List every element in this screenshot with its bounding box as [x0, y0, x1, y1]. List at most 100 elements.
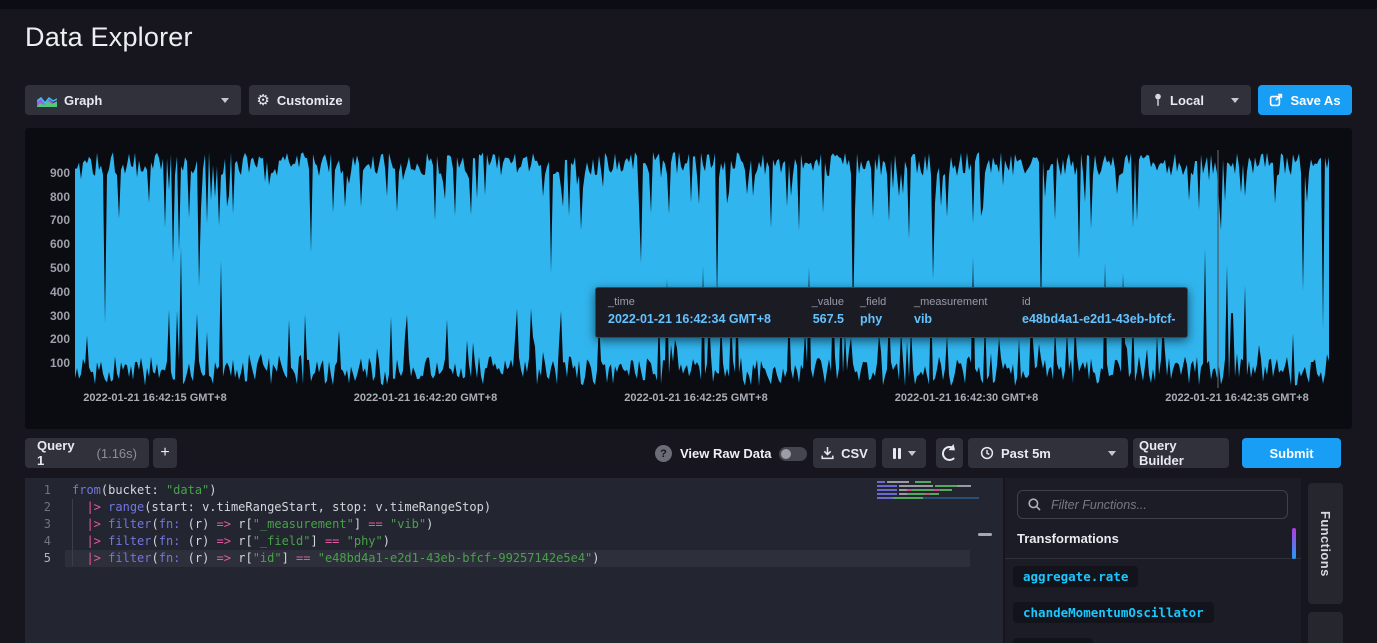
- function-item[interactable]: aggregate.rate: [1013, 566, 1138, 587]
- pause-button[interactable]: [882, 438, 926, 468]
- gutter: 12345: [25, 482, 59, 567]
- data-explorer-page: Data Explorer Graph ⚙ Customize Local Sa…: [0, 0, 1377, 643]
- tooltip-value: e48bd4a1-e2d1-43eb-bfcf-992…: [1022, 312, 1175, 326]
- customize-button[interactable]: ⚙ Customize: [249, 85, 350, 115]
- export-icon: [1269, 93, 1283, 107]
- local-dropdown[interactable]: Local: [1141, 85, 1251, 115]
- tooltip-col-value: _value 567.5: [792, 296, 844, 329]
- pause-icon: [893, 448, 901, 459]
- tooltip-col-field: _field phy: [860, 296, 898, 329]
- chart-panel: 900800700600500400300200100 2022-01-21 1…: [25, 128, 1352, 429]
- tooltip-value: 2022-01-21 16:42:34 GMT+8: [608, 312, 776, 326]
- query-editor[interactable]: 12345 from(bucket: "data") |> range(star…: [25, 478, 1003, 643]
- submit-button[interactable]: Submit: [1242, 438, 1341, 468]
- tab-secondary[interactable]: [1308, 612, 1343, 643]
- line-number: 4: [25, 533, 59, 550]
- minimap-row: [877, 481, 981, 483]
- tooltip-value: 567.5: [813, 312, 844, 326]
- help-icon[interactable]: ?: [655, 445, 672, 462]
- line-number: 5: [25, 550, 59, 567]
- time-range-label: Past 5m: [1001, 446, 1051, 461]
- code-line[interactable]: |> filter(fn: (r) => r["_field"] == "phy…: [65, 533, 970, 550]
- tab-functions[interactable]: Functions: [1308, 483, 1343, 604]
- window-top-strip: [0, 0, 1377, 9]
- save-as-button[interactable]: Save As: [1258, 85, 1352, 115]
- code-line[interactable]: |> range(start: v.timeRangeStart, stop: …: [65, 499, 970, 516]
- view-raw-data-toggle[interactable]: [779, 447, 807, 461]
- code-line[interactable]: |> filter(fn: (r) => r["_measurement"] =…: [65, 516, 970, 533]
- customize-label: Customize: [277, 93, 343, 108]
- page-title: Data Explorer: [25, 22, 193, 53]
- functions-scrollbar[interactable]: [1292, 528, 1296, 559]
- functions-section-heading: Transformations: [1017, 531, 1119, 546]
- chevron-down-icon: [1231, 98, 1239, 103]
- query-tab[interactable]: Query 1 (1.16s): [25, 438, 149, 468]
- line-number: 2: [25, 499, 59, 516]
- tooltip-label: _field: [860, 296, 898, 308]
- x-tick-label: 2022-01-21 16:42:25 GMT+8: [624, 392, 767, 404]
- save-as-label: Save As: [1290, 93, 1340, 108]
- view-type-label: Graph: [64, 93, 102, 108]
- y-tick-label: 100: [25, 356, 70, 370]
- refresh-icon: [942, 446, 957, 461]
- tooltip-value: phy: [860, 312, 898, 326]
- tooltip-col-time: _time 2022-01-21 16:42:34 GMT+8: [608, 296, 776, 329]
- time-range-dropdown[interactable]: Past 5m: [968, 438, 1128, 468]
- y-tick-label: 600: [25, 237, 70, 251]
- x-tick-label: 2022-01-21 16:42:30 GMT+8: [895, 392, 1038, 404]
- function-item[interactable]: chandeMomentumOscillator: [1013, 602, 1214, 623]
- function-search-input[interactable]: [1049, 497, 1277, 513]
- tooltip-label: _time: [608, 296, 776, 308]
- line-number: 3: [25, 516, 59, 533]
- tooltip-col-measurement: _measurement vib: [914, 296, 1006, 329]
- minimap-row: [877, 493, 981, 495]
- code-lines[interactable]: from(bucket: "data") |> range(start: v.t…: [65, 482, 970, 567]
- tooltip-col-id: id e48bd4a1-e2d1-43eb-bfcf-992…: [1022, 296, 1175, 329]
- refresh-button[interactable]: [936, 438, 963, 468]
- tooltip-label: _measurement: [914, 296, 1006, 308]
- y-tick-label: 400: [25, 285, 70, 299]
- csv-button[interactable]: CSV: [813, 438, 876, 468]
- pin-icon: [1153, 93, 1163, 107]
- line-number: 1: [25, 482, 59, 499]
- chevron-down-icon: [1108, 451, 1116, 456]
- y-tick-label: 800: [25, 190, 70, 204]
- code-line[interactable]: |> filter(fn: (r) => r["id"] == "e48bd4a…: [65, 550, 970, 567]
- add-query-button[interactable]: +: [153, 438, 177, 468]
- functions-panel: Transformations aggregate.rate chandeMome…: [1005, 478, 1301, 643]
- view-type-dropdown[interactable]: Graph: [25, 85, 241, 115]
- csv-label: CSV: [841, 446, 868, 461]
- gear-icon: ⚙: [256, 93, 269, 108]
- editor-minimap[interactable]: [877, 481, 981, 501]
- function-item[interactable]: [1013, 638, 1093, 643]
- query-builder-label: Query Builder: [1139, 438, 1223, 468]
- search-icon: [1028, 498, 1041, 511]
- x-tick-label: 2022-01-21 16:42:15 GMT+8: [83, 392, 226, 404]
- local-label: Local: [1170, 93, 1204, 108]
- y-tick-label: 200: [25, 332, 70, 346]
- chevron-down-icon: [908, 451, 916, 456]
- view-raw-data-label: View Raw Data: [680, 446, 772, 461]
- function-search-box[interactable]: [1017, 490, 1288, 519]
- panel-resize-handle[interactable]: [978, 533, 992, 536]
- minimap-row: [877, 497, 981, 499]
- code-line[interactable]: from(bucket: "data"): [65, 482, 970, 499]
- functions-tab-label: Functions: [1318, 511, 1333, 577]
- tooltip-value: vib: [914, 312, 1006, 326]
- y-tick-label: 300: [25, 309, 70, 323]
- plus-icon: +: [160, 444, 169, 462]
- tooltip-label: id: [1022, 296, 1175, 308]
- toggle-knob: [781, 449, 791, 459]
- functions-list: aggregate.rate chandeMomentumOscillator: [1013, 566, 1291, 643]
- minimap-row: [877, 485, 981, 487]
- chart-plot[interactable]: [75, 150, 1330, 388]
- x-tick-label: 2022-01-21 16:42:20 GMT+8: [354, 392, 497, 404]
- query-builder-button[interactable]: Query Builder: [1133, 438, 1229, 468]
- indent-guide: [72, 499, 73, 566]
- tooltip-label: _value: [812, 296, 844, 308]
- x-tick-label: 2022-01-21 16:42:35 GMT+8: [1165, 392, 1308, 404]
- chevron-down-icon: [221, 98, 229, 103]
- hover-tooltip: _time 2022-01-21 16:42:34 GMT+8 _value 5…: [595, 287, 1188, 338]
- y-tick-label: 700: [25, 213, 70, 227]
- section-divider: [1005, 558, 1301, 559]
